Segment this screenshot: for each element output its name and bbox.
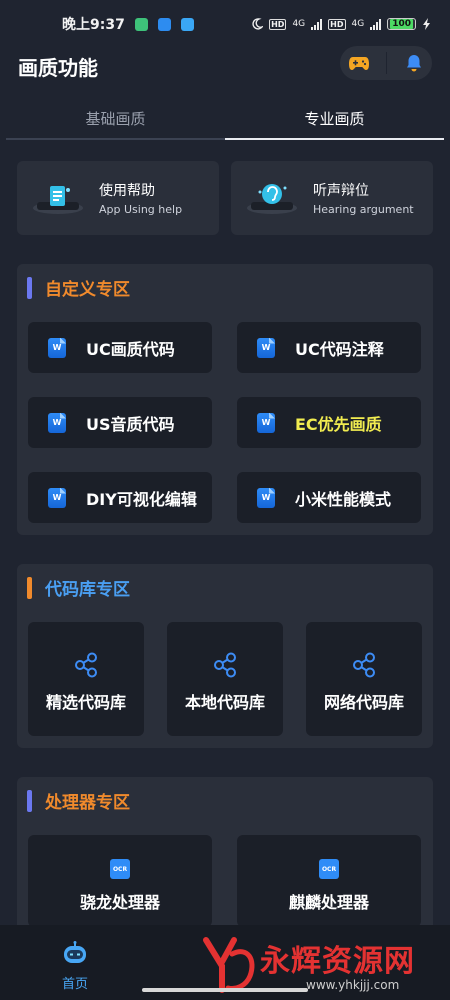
xiaomi-performance-button[interactable]: 小米性能模式 [237,472,421,523]
code-library-section: 代码库专区 精选代码库 本地代码库 网络代码库 [17,564,433,748]
section-accent-bar [27,789,32,812]
snapdragon-processor-button[interactable]: OCR 骁龙处理器 [28,835,212,927]
tab-basic-quality[interactable]: 基础画质 [6,96,225,140]
signal-icon-1 [311,18,323,30]
battery-icon: 100 [387,18,416,30]
uc-quality-code-button[interactable]: UC画质代码 [28,322,212,373]
status-app-icon-3 [180,17,194,31]
nav-home-label: 首页 [61,977,88,992]
library-label: 本地代码库 [184,693,265,712]
nav-item-home[interactable]: 首页 [46,941,104,992]
battery-level: 100 [390,19,413,29]
section-title: 代码库专区 [45,580,130,600]
local-code-library-button[interactable]: 本地代码库 [167,622,283,736]
status-time: 晚上9:37 [62,17,125,33]
help-card-subtitle: Hearing argument [313,203,414,216]
help-card-title: 使用帮助 [99,183,155,199]
network-label-1: 4G [292,19,306,29]
status-app-icon-1 [134,17,148,31]
button-label: 小米性能模式 [295,489,392,509]
watermark-logo [203,937,255,993]
charging-icon [423,18,430,30]
word-doc-icon [257,487,275,508]
ec-priority-quality-button[interactable]: EC优先画质 [237,397,421,448]
watermark-text: 永辉资源网 [260,944,415,979]
gesture-bar[interactable] [142,988,308,992]
header-divider [386,52,388,74]
moon-icon [252,18,264,30]
section-header: 处理器专区 [27,788,130,813]
word-doc-icon [257,412,275,433]
help-card-title: 听声辩位 [313,183,369,199]
processor-section: 处理器专区 OCR 骁龙处理器 OCR 麒麟处理器 [17,777,433,947]
hd-badge-1: HD [269,18,287,30]
button-label: EC优先画质 [295,414,382,434]
custom-zone-section: 自定义专区 UC画质代码 UC代码注释 US音质代码 EC优先画质 DIY可视化… [17,264,433,535]
section-accent-bar [27,276,32,299]
kirin-processor-button[interactable]: OCR 麒麟处理器 [237,835,421,927]
section-header: 自定义专区 [27,275,130,300]
robot-home-icon [64,941,86,963]
network-label-2: 4G [351,19,365,29]
header-actions [340,46,432,80]
document-illustration-icon [31,180,85,216]
help-card-usage[interactable]: 使用帮助 App Using help [17,161,219,235]
hd-badge-2: HD [328,18,346,30]
chip-icon: OCR [319,859,339,879]
ear-illustration-icon [245,180,299,216]
gamepad-icon[interactable] [348,54,370,72]
status-app-icon-2 [157,17,171,31]
section-accent-bar [27,576,32,599]
share-icon [75,652,97,678]
status-bar: 晚上9:37 HD 4G HD 4G 100 [0,0,450,48]
processor-label: 麒麟处理器 [288,893,369,912]
button-label: DIY可视化编辑 [86,489,197,509]
chip-icon: OCR [110,859,130,879]
word-doc-icon [257,337,275,358]
button-label: US音质代码 [86,414,175,434]
word-doc-icon [48,487,66,508]
section-title: 处理器专区 [45,793,130,813]
quality-tabs: 基础画质 专业画质 [6,96,444,140]
section-title: 自定义专区 [45,280,130,300]
share-icon [214,652,236,678]
signal-icon-2 [370,18,382,30]
tab-pro-quality[interactable]: 专业画质 [225,96,444,140]
word-doc-icon [48,337,66,358]
share-icon [353,652,375,678]
watermark-url: www.yhkjjj.com [306,978,400,992]
app-header: 画质功能 [0,46,450,88]
button-label: UC画质代码 [86,339,175,359]
processor-label: 骁龙处理器 [79,893,160,912]
diy-visual-edit-button[interactable]: DIY可视化编辑 [28,472,212,523]
featured-code-library-button[interactable]: 精选代码库 [28,622,144,736]
page-title: 画质功能 [18,56,98,80]
section-header: 代码库专区 [27,575,130,600]
us-sound-code-button[interactable]: US音质代码 [28,397,212,448]
help-card-subtitle: App Using help [99,203,183,216]
word-doc-icon [48,412,66,433]
button-label: UC代码注释 [295,339,384,359]
help-card-hearing[interactable]: 听声辩位 Hearing argument [231,161,433,235]
library-label: 精选代码库 [45,693,126,712]
uc-code-notes-button[interactable]: UC代码注释 [237,322,421,373]
library-label: 网络代码库 [323,693,404,712]
network-code-library-button[interactable]: 网络代码库 [306,622,422,736]
bell-icon[interactable] [404,53,424,73]
